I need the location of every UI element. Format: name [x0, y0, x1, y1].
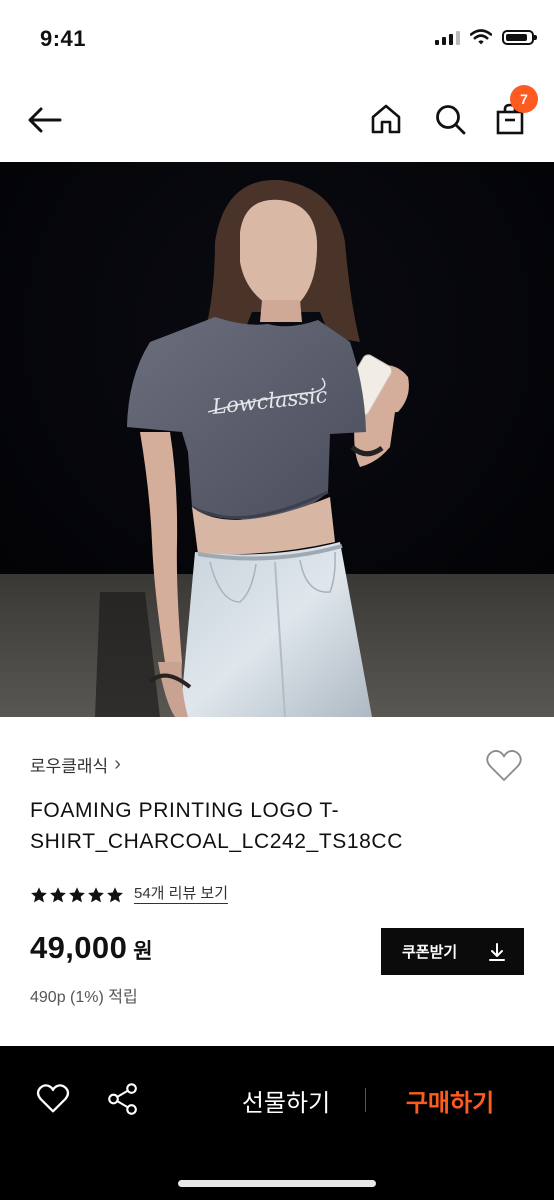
search-button[interactable]: [428, 97, 472, 141]
star-icon: [50, 886, 66, 902]
battery-icon: [502, 29, 537, 45]
back-button[interactable]: [22, 98, 66, 142]
top-navigation: 7: [0, 80, 554, 160]
gift-button[interactable]: 선물하기: [228, 1080, 344, 1120]
home-button[interactable]: [364, 97, 408, 141]
status-bar: 9:41: [0, 0, 554, 80]
share-icon: [108, 1083, 137, 1115]
star-icon: [107, 886, 123, 902]
bottom-wishlist-button[interactable]: [34, 1080, 74, 1120]
review-link[interactable]: 54개 리뷰 보기: [134, 885, 229, 904]
status-icons: [435, 29, 537, 45]
status-time: 9:41: [40, 26, 87, 51]
bottom-action-bar: 선물하기 구매하기: [0, 1046, 554, 1200]
rating-row: 54개 리뷰 보기: [30, 885, 229, 904]
home-indicator: [178, 1180, 376, 1187]
price-value: 49,000: [30, 930, 128, 965]
home-icon: [371, 104, 401, 134]
back-arrow-icon: [28, 107, 62, 133]
star-icon: [69, 886, 85, 902]
star-icon: [31, 886, 47, 902]
cart-button[interactable]: 7: [488, 85, 538, 141]
search-icon: [436, 105, 466, 135]
price: 49,000 원: [30, 930, 153, 966]
buy-button[interactable]: 구매하기: [388, 1080, 512, 1120]
cart-count-badge: 7: [510, 85, 538, 113]
signal-icon: [435, 29, 460, 45]
chevron-right-icon: ›: [114, 753, 121, 775]
coupon-label: 쿠폰받기: [402, 944, 458, 961]
coupon-button[interactable]: 쿠폰받기: [381, 928, 524, 975]
brand-name: 로우클래식: [30, 757, 109, 776]
product-photo: Lowclassic: [0, 162, 554, 717]
star-icon: [88, 886, 104, 902]
download-icon: [489, 942, 505, 961]
share-button[interactable]: [104, 1080, 144, 1120]
product-image[interactable]: Lowclassic: [0, 162, 554, 717]
product-title: FOAMING PRINTING LOGO T-SHIRT_CHARCOAL_L…: [30, 799, 403, 853]
star-rating: [30, 886, 124, 904]
brand-link[interactable]: 로우클래식 ›: [30, 752, 121, 777]
price-unit: 원: [133, 940, 153, 963]
heart-icon: [486, 750, 522, 781]
divider: [365, 1088, 366, 1112]
wishlist-button[interactable]: [484, 746, 524, 786]
heart-icon: [36, 1084, 70, 1113]
wifi-icon: [470, 29, 492, 45]
reward-points: 490p (1%) 적립: [30, 989, 138, 1006]
